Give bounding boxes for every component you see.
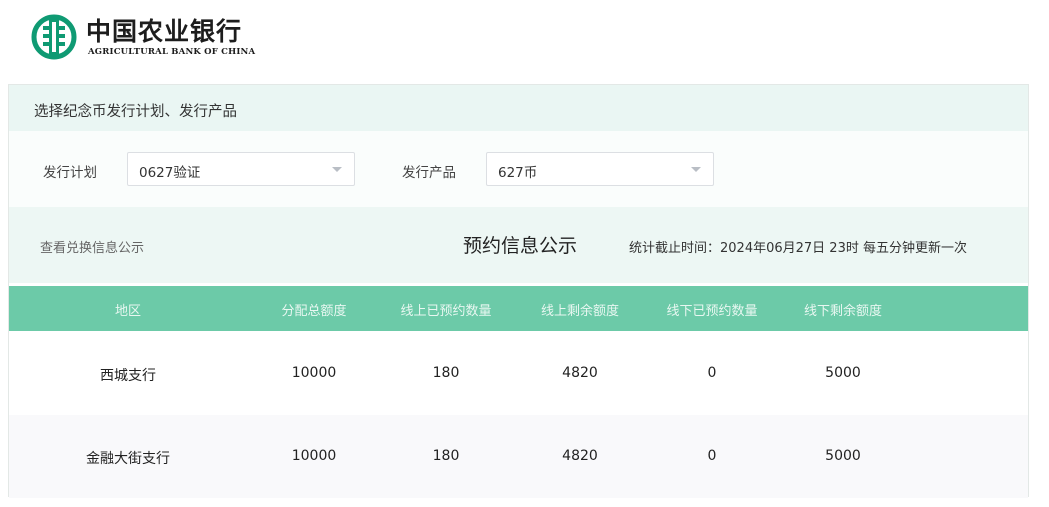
plan-select[interactable]: 0627验证 xyxy=(127,152,355,186)
plan-label: 发行计划 xyxy=(43,165,97,181)
cell-total-quota: 10000 xyxy=(291,448,337,464)
column-header-online-remaining: 线上剩余额度 xyxy=(540,304,620,319)
reservation-panel: 选择纪念币发行计划、发行产品 发行计划 0627验证 发行产品 627币 查看兑… xyxy=(8,84,1029,498)
product-label: 发行产品 xyxy=(402,165,456,181)
table-header: 地区 分配总额度 线上已预约数量 线上剩余额度 线下已预约数量 线下剩余额度 xyxy=(9,286,1028,331)
cell-offline-remaining: 5000 xyxy=(825,365,861,381)
column-header-region: 地区 xyxy=(114,304,142,319)
info-title: 预约信息公示 xyxy=(463,235,578,257)
chevron-down-icon xyxy=(332,167,342,172)
cell-online-reserved: 180 xyxy=(432,448,460,464)
cell-region: 金融大街支行 xyxy=(86,451,170,467)
cell-online-remaining: 4820 xyxy=(562,365,598,381)
table-row: 金融大街支行 10000 180 4820 0 5000 xyxy=(9,415,1028,498)
product-select[interactable]: 627币 xyxy=(486,152,714,186)
cell-offline-remaining: 5000 xyxy=(825,448,861,464)
column-header-total-quota: 分配总额度 xyxy=(281,304,347,319)
cell-online-reserved: 180 xyxy=(432,365,460,381)
view-exchange-info-link[interactable]: 查看兑换信息公示 xyxy=(40,237,144,256)
bank-name-en: AGRICULTURAL BANK OF CHINA xyxy=(88,47,256,57)
bank-name-cn: 中国农业银行 xyxy=(86,17,243,46)
panel-title: 选择纪念币发行计划、发行产品 xyxy=(34,104,237,120)
table-row: 西城支行 10000 180 4820 0 5000 xyxy=(9,332,1028,415)
cell-offline-reserved: 0 xyxy=(707,448,717,464)
plan-select-value: 0627验证 xyxy=(139,165,201,181)
abc-logo-icon xyxy=(31,14,77,60)
cell-region: 西城支行 xyxy=(100,368,156,384)
column-header-offline-remaining: 线下剩余额度 xyxy=(803,304,883,319)
column-header-offline-reserved: 线下已预约数量 xyxy=(666,304,758,319)
column-header-online-reserved: 线上已预约数量 xyxy=(400,304,492,319)
info-row: 查看兑换信息公示 预约信息公示 统计截止时间：2024年06月27日 23时 每… xyxy=(9,207,1028,283)
stat-deadline-text: 统计截止时间：2024年06月27日 23时 每五分钟更新一次 xyxy=(629,241,967,256)
cell-total-quota: 10000 xyxy=(291,365,337,381)
filter-row: 发行计划 0627验证 发行产品 627币 xyxy=(9,131,1028,207)
product-select-value: 627币 xyxy=(498,165,538,181)
chevron-down-icon xyxy=(691,167,701,172)
site-header: 中国农业银行 AGRICULTURAL BANK OF CHINA xyxy=(0,0,1049,80)
panel-header: 选择纪念币发行计划、发行产品 xyxy=(9,85,1028,131)
cell-online-remaining: 4820 xyxy=(562,448,598,464)
cell-offline-reserved: 0 xyxy=(707,365,717,381)
